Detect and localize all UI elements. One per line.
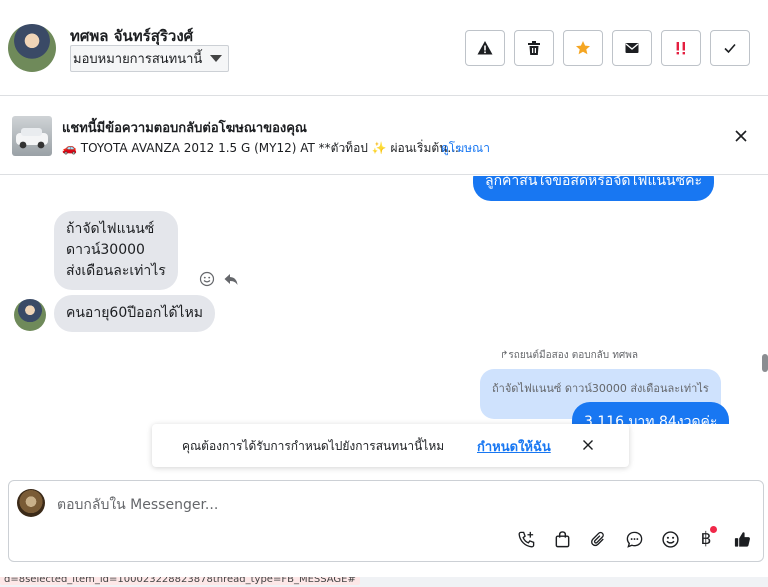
- ad-banner-subtitle: 🚗 TOYOTA AVANZA 2012 1.5 G (MY12) AT **ต…: [62, 141, 459, 155]
- close-icon: [735, 130, 747, 142]
- message-list[interactable]: ลูกค้าสนใจขอสดหรือจัดไฟแนนซ์คะ ถ้าจัดไฟแ…: [0, 176, 760, 424]
- assign-label: มอบหมายการสนทนานี้: [73, 52, 203, 67]
- status-url-text: d=8selected_item_id=100023228823878threa…: [0, 577, 360, 585]
- assign-to-me-toast: คุณต้องการได้รับการกำหนดไปยังการสนทนานี้…: [152, 424, 629, 467]
- shopping-bag-icon: [555, 530, 569, 547]
- contact-avatar-small[interactable]: [14, 299, 46, 331]
- reply-input[interactable]: [57, 494, 707, 516]
- inbox-thread-view: ทศพล จันทร์สุริวงศ์ มอบหมายการสนทนานี้ แ…: [0, 0, 768, 587]
- assign-to-me-link[interactable]: กำหนดให้ฉัน: [477, 436, 551, 457]
- envelope-icon: [625, 43, 639, 53]
- message-line: ดาวน์30000: [66, 242, 145, 258]
- incoming-message: คนอายุ60ปีออกได้ไหม: [54, 295, 216, 332]
- thread-actions: [465, 30, 750, 66]
- notification-dot: [710, 526, 717, 533]
- mark-done-button[interactable]: [710, 30, 750, 66]
- emoji-button[interactable]: [658, 528, 682, 550]
- check-icon: [724, 43, 736, 54]
- caret-down-icon: [210, 55, 223, 62]
- shop-button[interactable]: [550, 528, 574, 550]
- reply-icon[interactable]: [223, 271, 239, 287]
- close-banner-button[interactable]: [731, 126, 751, 146]
- toast-close-button[interactable]: [580, 437, 596, 453]
- mark-unread-button[interactable]: [612, 30, 652, 66]
- composer-tools: ฿: [514, 526, 754, 550]
- message-tools: [199, 271, 239, 287]
- emoji-icon: [661, 530, 679, 548]
- page-avatar: [17, 489, 45, 517]
- message-line: ส่งเดือนละเท่าไร: [66, 263, 166, 279]
- message-line: ถ้าจัดไฟแนนซ์: [66, 221, 155, 237]
- exclamation-icon: [676, 42, 685, 55]
- message-list-scrollbar[interactable]: [760, 176, 768, 424]
- paperclip-icon: [590, 531, 604, 546]
- reply-meta-label: ↱รถยนต์มือสอง ตอบกลับ ทศพล: [500, 350, 638, 361]
- baht-icon: ฿: [700, 529, 712, 549]
- follow-up-button[interactable]: [661, 30, 701, 66]
- status-url-strip: d=8selected_item_id=100023228823878threa…: [0, 577, 768, 587]
- emoji-react-icon[interactable]: [199, 271, 215, 287]
- payment-button[interactable]: ฿: [694, 526, 718, 550]
- contact-avatar[interactable]: [8, 24, 56, 72]
- spam-report-button[interactable]: [465, 30, 505, 66]
- close-icon: [583, 440, 593, 450]
- ad-thumbnail-image: [12, 116, 52, 156]
- warning-icon: [477, 41, 493, 55]
- thumbs-up-icon: [734, 531, 750, 547]
- star-button[interactable]: [563, 30, 603, 66]
- trash-icon: [528, 41, 540, 55]
- outgoing-message-partial: 3,116 บาท 84งวดค่ะ: [572, 402, 730, 424]
- call-add-icon: [518, 531, 534, 547]
- call-add-button[interactable]: [514, 528, 538, 550]
- ad-banner-title: แชทนี้มีข้อความตอบกลับต่อโฆษณาของคุณ: [62, 121, 307, 136]
- incoming-message: ถ้าจัดไฟแนนซ์ ดาวน์30000 ส่งเดือนละเท่าไ…: [54, 211, 178, 290]
- like-button[interactable]: [730, 528, 754, 550]
- outgoing-message-partial: ลูกค้าสนใจขอสดหรือจัดไฟแนนซ์คะ: [473, 176, 715, 201]
- scrollbar-thumb[interactable]: [762, 354, 768, 372]
- view-ad-link[interactable]: ดูโฆษณา: [441, 139, 490, 158]
- delete-button[interactable]: [514, 30, 554, 66]
- saved-replies-button[interactable]: [622, 528, 646, 550]
- assign-conversation-dropdown[interactable]: มอบหมายการสนทนานี้: [70, 45, 230, 72]
- toast-text: คุณต้องการได้รับการกำหนดไปยังการสนทนานี้…: [182, 439, 445, 453]
- star-icon: [576, 41, 590, 55]
- attach-button[interactable]: [586, 528, 610, 550]
- chat-bubble-icon: [626, 531, 642, 548]
